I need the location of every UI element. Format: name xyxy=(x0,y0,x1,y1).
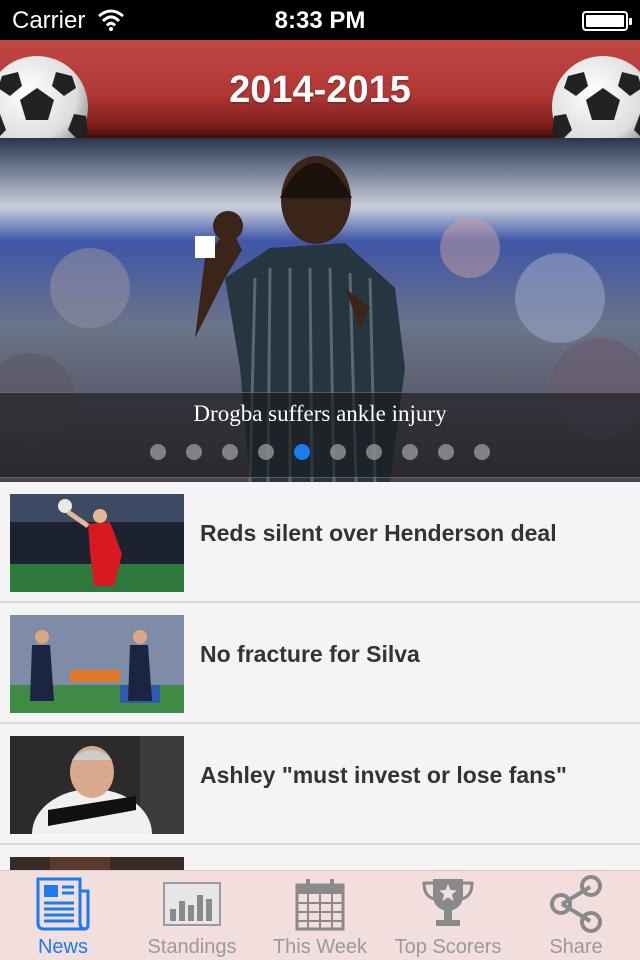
tab-label: News xyxy=(37,936,88,958)
news-title: Ashley "must invest or lose fans" xyxy=(200,762,567,788)
battery-icon xyxy=(582,11,632,31)
page-dot[interactable] xyxy=(150,444,166,460)
news-item[interactable]: Reds silent over Henderson deal xyxy=(0,482,640,603)
news-list[interactable]: Reds silent over Henderson deal No fract… xyxy=(0,482,640,870)
season-title: 2014-2015 xyxy=(229,69,411,111)
bar-chart-icon xyxy=(163,882,221,926)
page-dot-active[interactable] xyxy=(294,444,310,460)
soccer-ball-icon xyxy=(552,56,640,138)
tab-label: Top Scorers xyxy=(394,936,502,958)
tab-standings[interactable]: Standings xyxy=(128,871,256,960)
tab-this-week[interactable]: This Week xyxy=(256,871,384,960)
page-dot[interactable] xyxy=(222,444,238,460)
status-bar: Carrier 8:33 PM xyxy=(0,0,640,40)
news-thumbnail xyxy=(10,857,184,870)
calendar-icon xyxy=(295,879,345,931)
tab-share[interactable]: Share xyxy=(512,871,640,960)
tab-bar: News Standings This Week Top Scorers Sha… xyxy=(0,870,640,960)
page-dot[interactable] xyxy=(258,444,274,460)
newspaper-icon xyxy=(36,877,90,931)
news-thumbnail xyxy=(10,615,184,713)
featured-carousel[interactable]: Drogba suffers ankle injury xyxy=(0,138,640,482)
tab-label: This Week xyxy=(272,936,368,958)
page-indicator[interactable] xyxy=(0,444,640,464)
news-title: No fracture for Silva xyxy=(200,641,420,667)
news-thumbnail xyxy=(10,494,184,592)
news-title: Reds silent over Henderson deal xyxy=(200,520,557,546)
page-dot[interactable] xyxy=(366,444,382,460)
news-item[interactable]: No fracture for Silva xyxy=(0,603,640,724)
carousel-caption[interactable]: Drogba suffers ankle injury xyxy=(0,401,640,427)
page-dot[interactable] xyxy=(474,444,490,460)
tab-news[interactable]: News xyxy=(0,871,126,960)
status-time: 8:33 PM xyxy=(274,7,366,34)
tab-label: Standings xyxy=(147,936,237,958)
app-header: 2014-2015 xyxy=(0,40,640,138)
trophy-icon xyxy=(422,879,474,926)
page-dot[interactable] xyxy=(438,444,454,460)
news-item[interactable]: Ashley "must invest or lose fans" xyxy=(0,724,640,845)
page-dot[interactable] xyxy=(402,444,418,460)
page-dot[interactable] xyxy=(186,444,202,460)
news-item[interactable] xyxy=(0,845,640,870)
page-dot[interactable] xyxy=(330,444,346,460)
news-thumbnail xyxy=(10,736,184,834)
tab-label: Share xyxy=(549,936,603,958)
tab-top-scorers[interactable]: Top Scorers xyxy=(384,871,512,960)
carousel-caption-bar: Drogba suffers ankle injury xyxy=(0,392,640,478)
share-icon xyxy=(550,875,602,933)
